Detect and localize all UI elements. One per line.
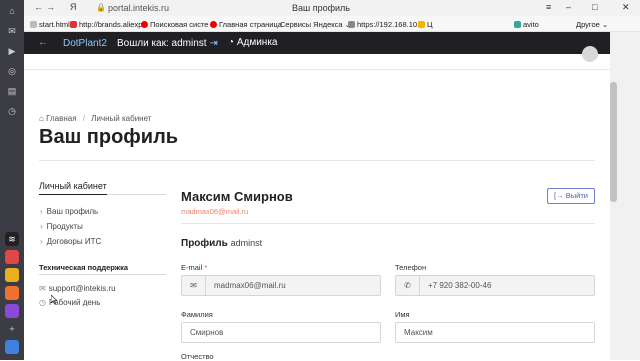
bookmark-item[interactable]: start.html bbox=[30, 20, 70, 29]
cabinet-item-contracts[interactable]: › Договоры ИТС bbox=[40, 237, 101, 246]
yandex-icon[interactable]: Я bbox=[70, 2, 77, 12]
cabinet-title[interactable]: Личный кабинет bbox=[39, 181, 107, 191]
cabinet-item-products[interactable]: › Продукты bbox=[40, 222, 83, 231]
app-blue-icon[interactable] bbox=[5, 340, 19, 354]
play-icon[interactable]: ▶ bbox=[5, 44, 19, 58]
site-subbar bbox=[24, 54, 610, 70]
phone-field[interactable]: ✆ +7 920 382-00-46 bbox=[395, 275, 595, 296]
clock-icon: ◷ bbox=[39, 298, 46, 307]
address-bar[interactable]: portal.intekis.ru bbox=[108, 3, 169, 13]
browser-titlebar: ← → Я 🔒 portal.intekis.ru Ваш профиль ≡ … bbox=[24, 0, 640, 16]
logout-icon: [→ bbox=[554, 191, 564, 200]
logout-icon[interactable]: ⇥ bbox=[209, 38, 217, 49]
divider bbox=[39, 160, 595, 161]
other-bookmarks[interactable]: Другое ⌄ bbox=[576, 20, 608, 29]
breadcrumb-current: Личный кабинет bbox=[91, 114, 152, 123]
firstname-label: Имя bbox=[395, 310, 410, 319]
logged-in-user: Вошли как: adminst ⇥ bbox=[117, 38, 218, 49]
close-icon[interactable]: ✕ bbox=[622, 2, 630, 13]
site-topnav: ← DotPlant2 Вошли как: adminst ⇥ ◔ Админ… bbox=[24, 32, 610, 54]
surname-label: Фамилия bbox=[181, 310, 213, 319]
bookmark-icon[interactable]: ▤ bbox=[5, 84, 19, 98]
scrollbar[interactable] bbox=[610, 32, 640, 360]
cabinet-item-profile[interactable]: › Ваш профиль bbox=[40, 207, 98, 216]
bookmark-item[interactable]: Поисковая систе bbox=[141, 20, 208, 29]
surname-field[interactable]: Смирнов bbox=[181, 322, 381, 343]
back-arrow-icon[interactable]: ← bbox=[34, 2, 43, 12]
clock-icon[interactable]: ◷ bbox=[5, 104, 19, 118]
bookmark-item[interactable]: https://192.168.10. bbox=[348, 20, 419, 29]
camera-icon[interactable]: ◎ bbox=[5, 64, 19, 78]
home-icon[interactable]: ⌂ bbox=[5, 4, 19, 18]
breadcrumb: ⌂ Главная / Личный кабинет bbox=[39, 114, 152, 123]
home-icon: ⌂ bbox=[39, 114, 44, 123]
chevron-right-icon: › bbox=[40, 207, 43, 216]
support-email[interactable]: ✉ support@intekis.ru bbox=[39, 284, 116, 293]
bookmark-item[interactable]: avito bbox=[514, 20, 539, 29]
profile-name: Максим Смирнов bbox=[181, 189, 293, 204]
mail-icon: ✉ bbox=[182, 276, 206, 295]
bookmark-item[interactable]: Ц bbox=[418, 20, 433, 29]
phone-icon: ✆ bbox=[396, 276, 420, 295]
forward-arrow-icon[interactable]: → bbox=[46, 2, 55, 12]
window-title: Ваш профиль bbox=[292, 3, 350, 13]
logout-button[interactable]: [→ Выйти bbox=[547, 188, 595, 204]
breadcrumb-home[interactable]: Главная bbox=[46, 114, 76, 123]
menu-icon[interactable]: ≡ bbox=[546, 2, 551, 12]
section-title: Профиль adminst bbox=[181, 238, 263, 249]
app-red-icon[interactable] bbox=[5, 250, 19, 264]
minimize-icon[interactable]: – bbox=[566, 2, 571, 12]
firstname-field[interactable]: Максим bbox=[395, 322, 595, 343]
chevron-right-icon: › bbox=[40, 222, 43, 231]
support-hours: ◷ Рабочий день bbox=[39, 298, 101, 307]
mail-icon: ✉ bbox=[39, 284, 46, 293]
phone-label: Телефон bbox=[395, 263, 427, 272]
app-orange-icon[interactable] bbox=[5, 286, 19, 300]
avatar[interactable] bbox=[582, 46, 598, 62]
maximize-icon[interactable]: □ bbox=[592, 2, 597, 12]
email-label: E-mail * bbox=[181, 263, 208, 272]
email-field[interactable]: ✉ madmax06@mail.ru bbox=[181, 275, 381, 296]
dashboard-icon: ◔ bbox=[228, 37, 235, 48]
support-underline bbox=[39, 274, 166, 275]
page-title: Ваш профиль bbox=[39, 126, 179, 148]
mouse-cursor-icon bbox=[51, 295, 57, 304]
bookmark-item[interactable]: Сервисы Яндекса ⌄ bbox=[280, 20, 351, 29]
profile-email: madmax06@mail.ru bbox=[181, 207, 249, 216]
bookmarks-bar: start.html http://brands.aliexp Поискова… bbox=[24, 16, 640, 32]
back-arrow-icon[interactable]: ← bbox=[38, 37, 48, 48]
browser-sidebar: ⌂ ✉ ▶ ◎ ▤ ◷ ≋ + bbox=[0, 0, 24, 360]
site-brand[interactable]: DotPlant2 bbox=[63, 38, 107, 49]
scrollbar-thumb[interactable] bbox=[610, 82, 617, 202]
app-yellow-icon[interactable] bbox=[5, 268, 19, 282]
app-purple-icon[interactable] bbox=[5, 304, 19, 318]
messages-icon[interactable]: ✉ bbox=[5, 24, 19, 38]
admin-link[interactable]: ◔ Админка bbox=[228, 37, 277, 48]
bookmark-item[interactable]: http://brands.aliexp bbox=[70, 20, 142, 29]
chevron-right-icon: › bbox=[40, 237, 43, 246]
add-icon[interactable]: + bbox=[5, 322, 19, 336]
cabinet-underline bbox=[39, 194, 166, 195]
bookmark-item[interactable]: Главная страница bbox=[210, 20, 282, 29]
divider bbox=[181, 223, 595, 224]
lock-icon: 🔒 bbox=[96, 3, 106, 12]
support-title: Техническая поддержка bbox=[39, 263, 129, 272]
chat-icon[interactable]: ≋ bbox=[5, 232, 19, 246]
